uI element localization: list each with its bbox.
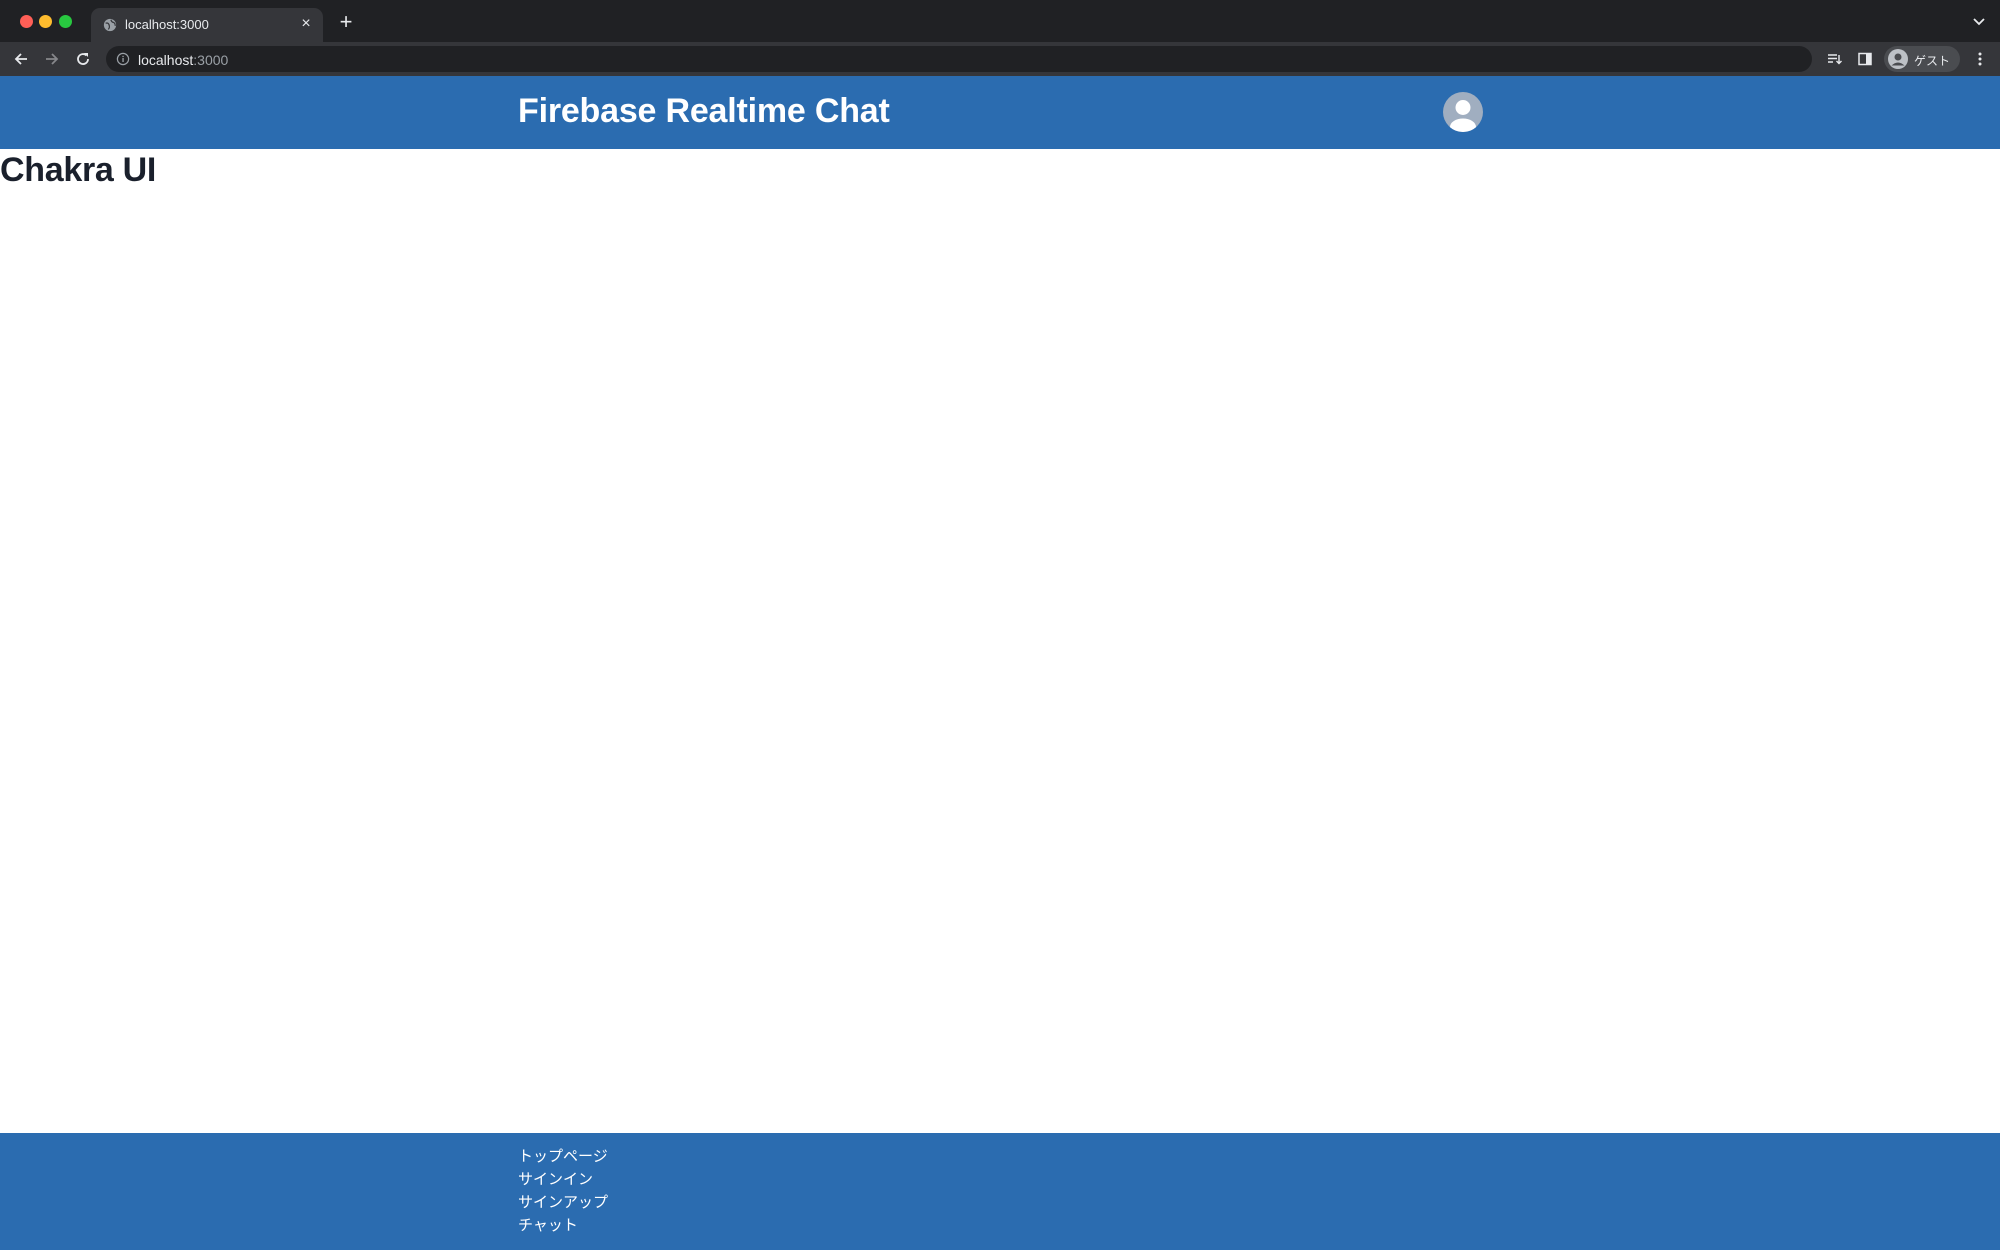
- profile-avatar-icon: [1888, 49, 1908, 69]
- footer-link-sign-in[interactable]: サインイン: [518, 1168, 608, 1191]
- globe-icon: [103, 18, 117, 32]
- user-silhouette-icon: [1450, 100, 1476, 132]
- plus-icon[interactable]: +: [336, 11, 356, 33]
- url-host: localhost: [138, 52, 194, 68]
- reading-list-icon[interactable]: [1826, 51, 1842, 67]
- footer-link-top-page[interactable]: トップページ: [518, 1145, 608, 1168]
- forward-arrow-icon[interactable]: [43, 50, 61, 68]
- url-text[interactable]: localhost:3000: [138, 52, 228, 68]
- kebab-menu-icon[interactable]: [1972, 51, 1988, 67]
- side-panel-icon[interactable]: [1857, 51, 1873, 67]
- browser-tab[interactable]: localhost:3000 ×: [91, 8, 323, 42]
- info-icon[interactable]: [116, 52, 130, 66]
- url-port: :3000: [193, 52, 229, 68]
- address-bar[interactable]: localhost:3000: [106, 46, 1812, 72]
- browser-tab-strip: localhost:3000 × +: [0, 0, 2000, 42]
- app-title: Firebase Realtime Chat: [518, 92, 890, 130]
- browser-toolbar: localhost:3000 ゲスト: [0, 42, 2000, 76]
- back-arrow-icon[interactable]: [12, 50, 30, 68]
- close-icon[interactable]: ×: [297, 15, 315, 33]
- app-footer: トップページ サインイン サインアップ チャット: [0, 1133, 2000, 1250]
- app-header: Firebase Realtime Chat: [0, 76, 2000, 149]
- footer-link-chat[interactable]: チャット: [518, 1214, 608, 1237]
- window-close-button[interactable]: [20, 15, 33, 28]
- chevron-down-icon[interactable]: [1972, 14, 1986, 28]
- user-avatar-icon[interactable]: [1443, 92, 1483, 132]
- tab-title: localhost:3000: [125, 17, 209, 32]
- profile-button[interactable]: ゲスト: [1884, 46, 1960, 72]
- web-page: Firebase Realtime Chat Chakra UI トップページ …: [0, 76, 2000, 1250]
- footer-nav: トップページ サインイン サインアップ チャット: [518, 1145, 608, 1237]
- page-heading: Chakra UI: [0, 151, 157, 189]
- reload-icon[interactable]: [74, 50, 92, 68]
- profile-label: ゲスト: [1914, 54, 1951, 68]
- footer-link-sign-up[interactable]: サインアップ: [518, 1191, 608, 1214]
- window-minimize-button[interactable]: [39, 15, 52, 28]
- window-zoom-button[interactable]: [59, 15, 72, 28]
